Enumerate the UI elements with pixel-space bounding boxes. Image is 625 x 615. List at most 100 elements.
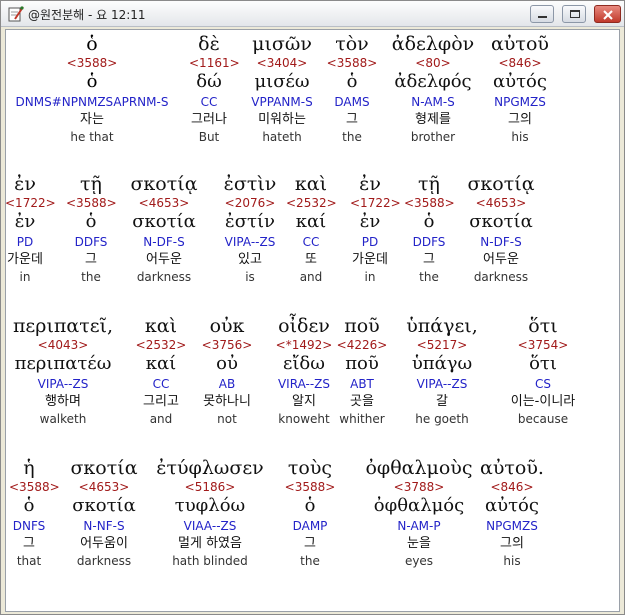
parsing-code: VIPA--ZS — [224, 235, 276, 249]
korean-gloss: 자는 — [80, 112, 104, 127]
greek-word: ποῦ — [344, 315, 380, 337]
strong-number: <3588> — [326, 56, 378, 70]
english-gloss: not — [217, 412, 237, 426]
word-column[interactable]: ὅτι <3754> ὅτι CS 이는-이니라 because — [493, 314, 593, 427]
lemma: ὑπάγω — [411, 353, 473, 374]
parsing-code: DDFS — [412, 235, 446, 249]
greek-word: καὶ — [294, 173, 328, 195]
word-column[interactable]: μισῶν <3404> μισέω VPPANM-S 미워하는 hateth — [242, 32, 322, 145]
word-column[interactable]: ἐστὶν <2076> ἐστίν VIPA--ZS 있고 is — [205, 172, 295, 285]
word-column[interactable]: ὁ <3588> ὁ DNMS#NPNMZSAPRNM-S 자는 he that — [6, 32, 178, 145]
word-column[interactable]: ἡ <3588> ὁ DNFS 그 that — [9, 456, 60, 569]
parsing-code: CC — [200, 95, 218, 109]
english-gloss: that — [16, 554, 42, 568]
word-column[interactable]: σκοτίᾳ <4653> σκοτία N-DF-S 어두운 darkness — [119, 172, 209, 285]
english-gloss: darkness — [473, 270, 529, 284]
english-gloss: the — [419, 270, 439, 284]
greek-word: ἐστὶν — [223, 173, 277, 195]
word-column[interactable]: τὸν <3588> ὁ DAMS 그 the — [322, 32, 382, 145]
parsing-code: N-AM-S — [411, 95, 455, 109]
word-column[interactable]: ἐν <1722> ἐν PD 가운데 in — [350, 172, 401, 285]
word-column[interactable]: ποῦ <4226> ποῦ ABT 곳을 whither — [332, 314, 392, 427]
korean-gloss: 그의 — [500, 536, 524, 551]
word-column[interactable]: καὶ <2532> καί CC 그리고 and — [126, 314, 196, 427]
greek-word: αὐτοῦ — [491, 33, 549, 55]
greek-word: οὐκ — [209, 315, 245, 337]
greek-word: τῇ — [418, 173, 440, 195]
strong-number: <3588> — [66, 56, 118, 70]
word-column[interactable]: ἐτύφλωσεν <5186> τυφλόω VIAA--ZS 멀게 하였음 hath … — [145, 456, 275, 569]
word-column[interactable]: ἐν <1722> ἐν PD 가운데 in — [6, 172, 56, 285]
korean-gloss: 그 — [346, 112, 358, 127]
greek-word: μισῶν — [252, 33, 312, 55]
parsing-code: N-DF-S — [480, 235, 522, 249]
strong-number: <846> — [490, 480, 534, 494]
strong-number: <80> — [415, 56, 451, 70]
greek-word: ἐτύφλωσεν — [156, 457, 264, 479]
greek-word: δὲ — [198, 33, 220, 55]
greek-word: ὑπάγει, — [406, 315, 478, 337]
english-gloss: eyes — [404, 554, 434, 568]
word-column[interactable]: καὶ <2532> καί CC 또 and — [286, 172, 337, 285]
strong-number: <3788> — [393, 480, 445, 494]
title-bar[interactable]: @원전분해 - 요 12:11 — [1, 1, 624, 27]
korean-gloss: 눈을 — [407, 536, 431, 551]
lemma: ὀφθαλμός — [373, 495, 465, 516]
korean-gloss: 멀게 하였음 — [178, 536, 242, 551]
strong-number: <846> — [498, 56, 542, 70]
word-column[interactable]: δὲ <1161> δώ CC 그러나 But — [189, 32, 240, 145]
strong-number: <4653> — [138, 196, 190, 210]
strong-number: <2532> — [135, 338, 187, 352]
lemma: ὅτι — [529, 353, 557, 374]
lemma: μισέω — [254, 71, 310, 92]
word-column[interactable]: σκοτίᾳ <4653> σκοτία N-DF-S 어두운 darkness — [456, 172, 546, 285]
parsing-code: DNMS#NPNMZSAPRNM-S — [15, 95, 169, 109]
bible-pen-icon — [8, 6, 24, 22]
lemma: αὐτός — [485, 495, 539, 516]
word-column[interactable]: οὐκ <3756> οὐ AB 못하나니 not — [192, 314, 262, 427]
greek-word: ἐν — [359, 173, 381, 195]
english-gloss: and — [149, 412, 173, 426]
greek-word: ὀφθαλμοὺς — [365, 457, 473, 479]
parsing-code: VIPA--ZS — [416, 377, 468, 391]
lemma: σκοτία — [469, 211, 533, 232]
word-column[interactable]: τοὺς <3588> ὁ DAMP 그 the — [280, 456, 340, 569]
english-gloss: his — [503, 554, 521, 568]
english-gloss: he goeth — [415, 412, 469, 426]
minimize-icon — [538, 16, 547, 18]
korean-gloss: 어두운 — [483, 252, 519, 267]
app-window: @원전분해 - 요 12:11 ὁ <3588> ὁ DNMS#NPNMZSAPRNM… — [0, 0, 625, 615]
interlinear-view[interactable]: ὁ <3588> ὁ DNMS#NPNMZSAPRNM-S 자는 he that δὲ <11… — [5, 29, 620, 612]
parsing-code: N-AM-P — [397, 519, 441, 533]
close-button[interactable] — [594, 5, 621, 23]
word-column[interactable]: τῇ <3588> ὁ DDFS 그 the — [66, 172, 117, 285]
parsing-code: DNFS — [12, 519, 46, 533]
parsing-code: ABT — [350, 377, 374, 391]
strong-number: <3756> — [201, 338, 253, 352]
word-column[interactable]: αὐτοῦ. <846> αὐτός NPGMZS 그의 his — [472, 456, 552, 569]
english-gloss: the — [81, 270, 101, 284]
maximize-icon — [570, 10, 580, 18]
word-column[interactable]: ὑπάγει, <5217> ὑπάγω VIPA--ZS 갈 he goeth — [392, 314, 492, 427]
parsing-code: CS — [535, 377, 551, 391]
english-gloss: in — [364, 270, 376, 284]
word-column[interactable]: σκοτία <4653> σκοτία N-NF-S 어두움이 darkness — [64, 456, 144, 569]
english-gloss: because — [517, 412, 569, 426]
korean-gloss: 어두움이 — [80, 536, 128, 551]
korean-gloss: 또 — [305, 252, 317, 267]
minimize-button[interactable] — [530, 5, 554, 23]
english-gloss: hath blinded — [172, 554, 248, 568]
parsing-code: CC — [302, 235, 320, 249]
lemma: ὁ — [85, 211, 97, 232]
english-gloss: he that — [70, 130, 114, 144]
maximize-button[interactable] — [562, 5, 586, 23]
parsing-code: PD — [16, 235, 34, 249]
korean-gloss: 이는-이니라 — [510, 394, 576, 409]
word-column[interactable]: περιπατεῖ, <4043> περιπατέω VIPA--ZS 행하며 walk… — [8, 314, 118, 427]
strong-number: <3588> — [404, 196, 455, 210]
word-column[interactable]: ὀφθαλμοὺς <3788> ὀφθαλμός N-AM-P 눈을 eyes — [364, 456, 474, 569]
word-column[interactable]: τῇ <3588> ὁ DDFS 그 the — [404, 172, 455, 285]
word-column[interactable]: αὐτοῦ <846> αὐτός NPGMZS 그의 his — [485, 32, 555, 145]
korean-gloss: 어두운 — [146, 252, 182, 267]
word-column[interactable]: ἀδελφὸν <80> ἀδελφός N-AM-S 형제를 brother — [383, 32, 483, 145]
